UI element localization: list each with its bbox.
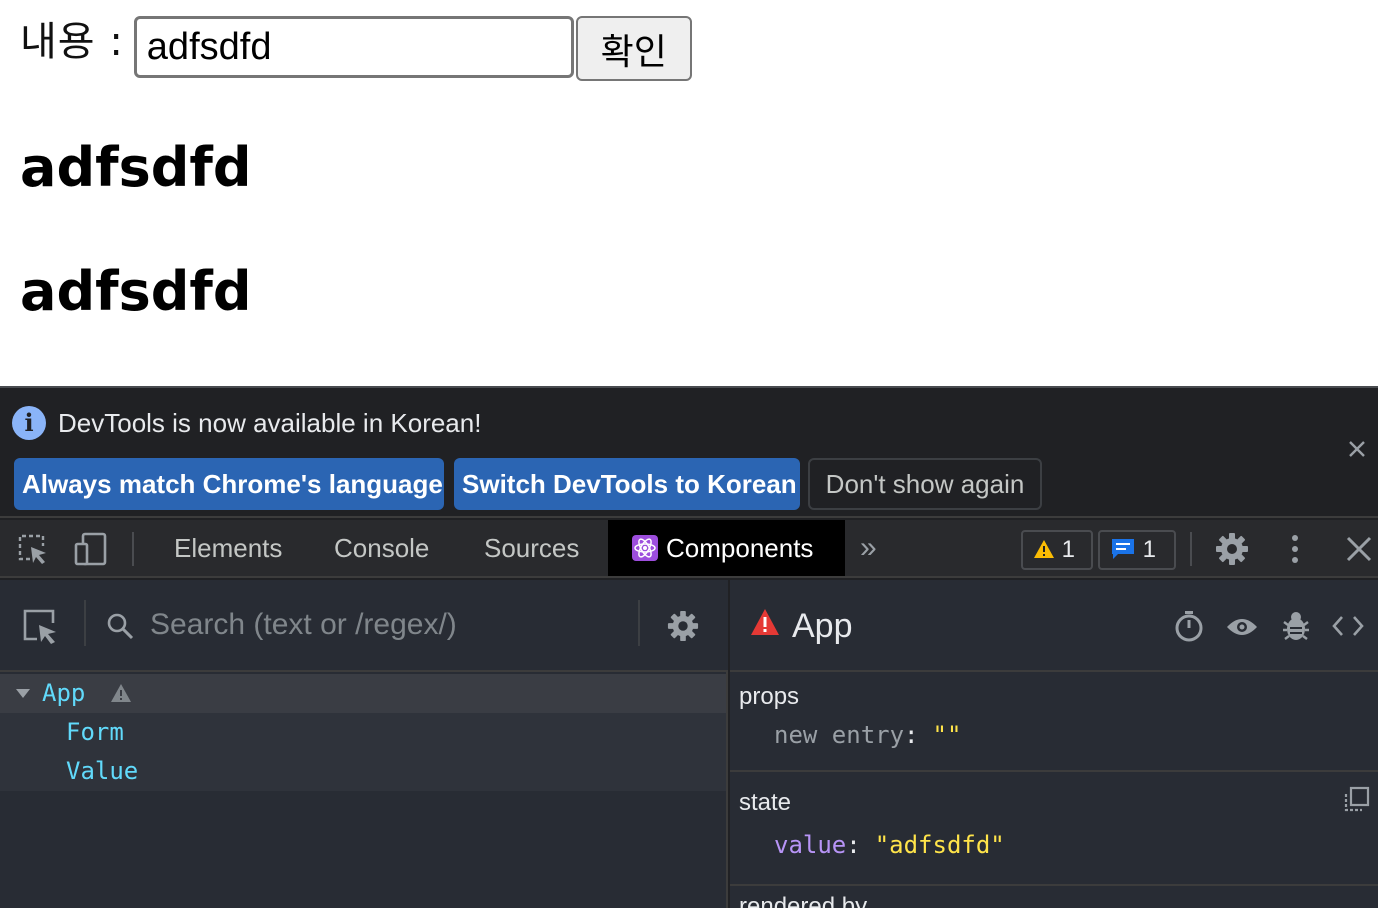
component-inspector-panel: App props new entry: "" state value: "ad… <box>730 580 1378 908</box>
eye-icon[interactable] <box>1226 616 1258 643</box>
state-key: value <box>774 831 847 859</box>
warning-icon <box>1034 540 1054 558</box>
component-tree-panel: App Form Value <box>0 580 728 908</box>
search-divider <box>638 600 640 646</box>
web-page: 내용 : 확인 adfsdfd adfsdfd <box>0 0 1378 386</box>
confirm-button[interactable]: 확인 <box>575 16 692 81</box>
search-icon <box>106 612 134 645</box>
value-heading-2: adfsdfd <box>20 260 252 323</box>
rendered-by-title: rendered by <box>739 893 868 908</box>
copy-icon[interactable] <box>1342 786 1370 819</box>
warnings-count: 1 <box>1061 536 1076 563</box>
tree-item-value[interactable]: Value <box>0 752 726 791</box>
content-label: 내용 : <box>20 19 124 65</box>
select-component-icon[interactable] <box>22 608 60 651</box>
entry-form: 내용 : 확인 <box>20 16 692 82</box>
state-title: state <box>739 789 792 816</box>
toolbar-divider <box>132 532 134 566</box>
more-options-icon[interactable] <box>1278 532 1312 566</box>
messages-count: 1 <box>1142 536 1157 563</box>
tree-item-form[interactable]: Form <box>0 713 726 752</box>
switch-to-korean-button[interactable]: Switch DevTools to Korean <box>454 458 800 510</box>
warnings-badge[interactable]: 1 <box>1021 530 1093 570</box>
timer-icon[interactable] <box>1174 610 1204 647</box>
prop-colon: : <box>904 721 919 749</box>
settings-gear-icon[interactable] <box>1215 532 1249 566</box>
message-icon <box>1112 539 1134 559</box>
content-input[interactable] <box>133 16 574 78</box>
device-toolbar-icon[interactable] <box>74 532 108 566</box>
bug-icon[interactable] <box>1282 610 1310 647</box>
tab-console[interactable]: Console <box>334 520 429 576</box>
prop-key: new entry <box>774 721 905 749</box>
tab-components-label: Components <box>666 533 814 563</box>
always-match-language-button[interactable]: Always match Chrome's language <box>14 458 444 510</box>
close-icon[interactable] <box>1346 438 1368 460</box>
component-search-input[interactable] <box>150 602 620 648</box>
tab-elements[interactable]: Elements <box>174 520 282 576</box>
props-section: props new entry: "" <box>730 674 1378 772</box>
inspect-element-icon[interactable] <box>16 532 50 566</box>
component-search-bar <box>0 580 728 672</box>
toolbar-divider <box>1190 532 1192 566</box>
error-warning-icon <box>750 608 780 641</box>
inspector-header: App <box>730 580 1378 672</box>
view-source-icon[interactable] <box>1332 614 1364 643</box>
devtools-panel: i DevTools is now available in Korean! A… <box>0 386 1378 908</box>
close-devtools-icon[interactable] <box>1342 532 1376 566</box>
language-infobar: i DevTools is now available in Korean! A… <box>0 388 1378 518</box>
component-settings-gear-icon[interactable] <box>667 610 699 647</box>
state-value: "adfsdfd" <box>874 831 1005 859</box>
prop-value: "" <box>932 721 962 749</box>
props-title: props <box>739 683 800 710</box>
infobar-message: DevTools is now available in Korean! <box>58 408 482 438</box>
messages-badge[interactable]: 1 <box>1098 530 1176 570</box>
state-colon: : <box>846 831 861 859</box>
state-row[interactable]: value: "adfsdfd" <box>774 830 1005 860</box>
tab-components[interactable]: Components <box>608 520 845 576</box>
inspected-component-title: App <box>792 607 853 645</box>
tab-sources[interactable]: Sources <box>484 520 579 576</box>
value-heading-1: adfsdfd <box>20 136 252 199</box>
chevron-down-icon[interactable] <box>16 689 30 698</box>
more-tabs-icon[interactable]: » <box>860 520 877 576</box>
search-divider <box>84 600 86 646</box>
info-icon: i <box>12 406 46 440</box>
component-tree: App Form Value <box>0 674 726 791</box>
dont-show-again-button[interactable]: Don't show again <box>808 458 1042 510</box>
warning-icon <box>110 684 131 702</box>
tree-item-label: App <box>42 679 86 707</box>
prop-row[interactable]: new entry: "" <box>774 720 961 750</box>
react-icon <box>632 535 658 561</box>
state-section: state value: "adfsdfd" <box>730 772 1378 886</box>
tree-item-app[interactable]: App <box>0 674 726 713</box>
devtools-tabbar: Elements Console Sources Components » 1 <box>0 520 1378 578</box>
